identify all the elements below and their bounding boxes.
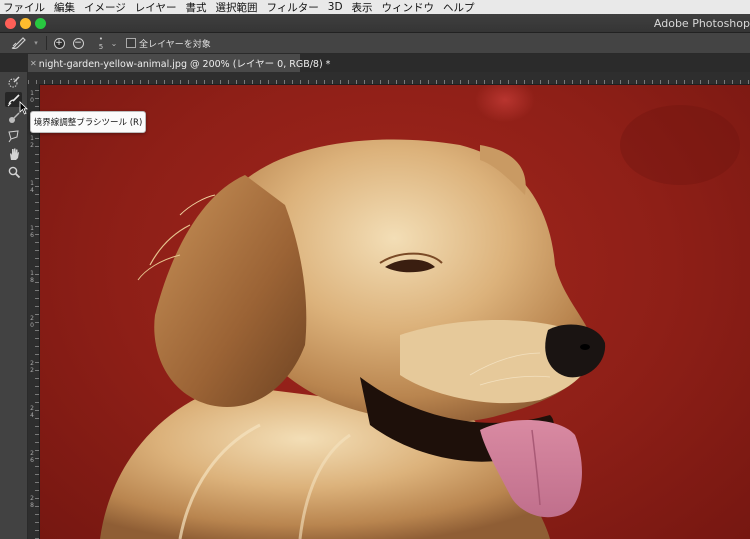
lasso-icon [7,129,19,142]
menu-image[interactable]: イメージ [84,0,126,15]
chevron-down-icon[interactable]: ⌄ [110,35,118,51]
dog-photo [100,85,740,539]
mouse-pointer-icon [19,101,28,115]
subtract-from-selection-icon: − [72,37,84,49]
ruler-label: 1 8 [30,270,34,284]
chevron-down-icon[interactable]: ▾ [32,35,40,51]
subtract-from-selection-button[interactable]: − [71,35,85,51]
zoom-icon [8,166,20,178]
menu-layer[interactable]: レイヤー [135,0,177,15]
ruler-label: 1 2 [30,135,34,149]
ruler-label: 2 6 [30,450,34,464]
options-bar: ▾ + − • 5 ⌄ 全レイヤーを対象 [0,33,750,54]
close-window-button[interactable] [5,18,16,29]
app-title: Adobe Photoshop [653,17,750,30]
menu-file[interactable]: ファイル [3,0,45,15]
brush-size-value: 5 [98,43,104,51]
menu-view[interactable]: 表示 [352,0,373,15]
zoom-window-button[interactable] [35,18,46,29]
ruler-label: 2 8 [30,495,34,509]
menu-select[interactable]: 選択範囲 [215,0,257,15]
quick-selection-tool[interactable] [5,74,22,89]
hand-tool[interactable] [5,146,22,161]
hand-icon [9,148,19,160]
tool-preset-picker[interactable] [8,35,30,51]
ruler-label: 2 0 [30,315,34,329]
ruler-label: 2 4 [30,405,34,419]
add-to-selection-icon: + [53,37,65,49]
menu-edit[interactable]: 編集 [54,0,75,15]
document-canvas[interactable] [40,85,750,539]
divider [46,36,47,50]
menu-filter[interactable]: フィルター [266,0,318,15]
vertical-ruler: 1 0 1 2 1 4 1 6 1 8 2 0 2 2 2 4 2 6 2 8 [28,84,40,539]
close-icon[interactable]: ✕ [30,59,37,68]
document-tab-bar: ✕ night-garden-yellow-animal.jpg @ 200% … [0,54,750,72]
ruler-label: 1 4 [30,180,34,194]
minimize-window-button[interactable] [20,18,31,29]
menu-bar: ファイル 編集 イメージ レイヤー 書式 選択範囲 フィルター 3D 表示 ウィ… [0,0,750,14]
ruler-label: 1 6 [30,225,34,239]
refine-edge-brush-icon [11,37,26,50]
zoom-tool[interactable] [5,164,22,179]
menu-window[interactable]: ウィンドウ [382,0,435,15]
quick-selection-icon [8,76,19,87]
ruler-label: 2 2 [30,360,34,374]
menu-type[interactable]: 書式 [185,0,206,15]
menu-help[interactable]: ヘルプ [443,0,475,15]
brush-dot-icon: • [98,35,104,43]
checkbox-box [126,38,136,48]
sample-all-layers-label[interactable]: 全レイヤーを対象 [139,37,211,50]
add-to-selection-button[interactable]: + [52,35,66,51]
menu-3d[interactable]: 3D [328,1,343,13]
tool-tooltip: 境界線調整ブラシツール (R) [30,111,146,133]
document-tab-title: night-garden-yellow-animal.jpg @ 200% (レ… [38,59,331,70]
document-tab[interactable]: ✕ night-garden-yellow-animal.jpg @ 200% … [28,54,330,72]
lasso-tool[interactable] [5,128,22,143]
window-title-bar: Adobe Photoshop [0,14,750,33]
brush-size-picker[interactable]: • 5 [95,35,107,51]
tools-panel [0,72,28,539]
ruler-label: 1 0 [30,90,34,104]
sample-all-layers-checkbox[interactable] [126,35,136,51]
horizontal-ruler [28,72,750,85]
